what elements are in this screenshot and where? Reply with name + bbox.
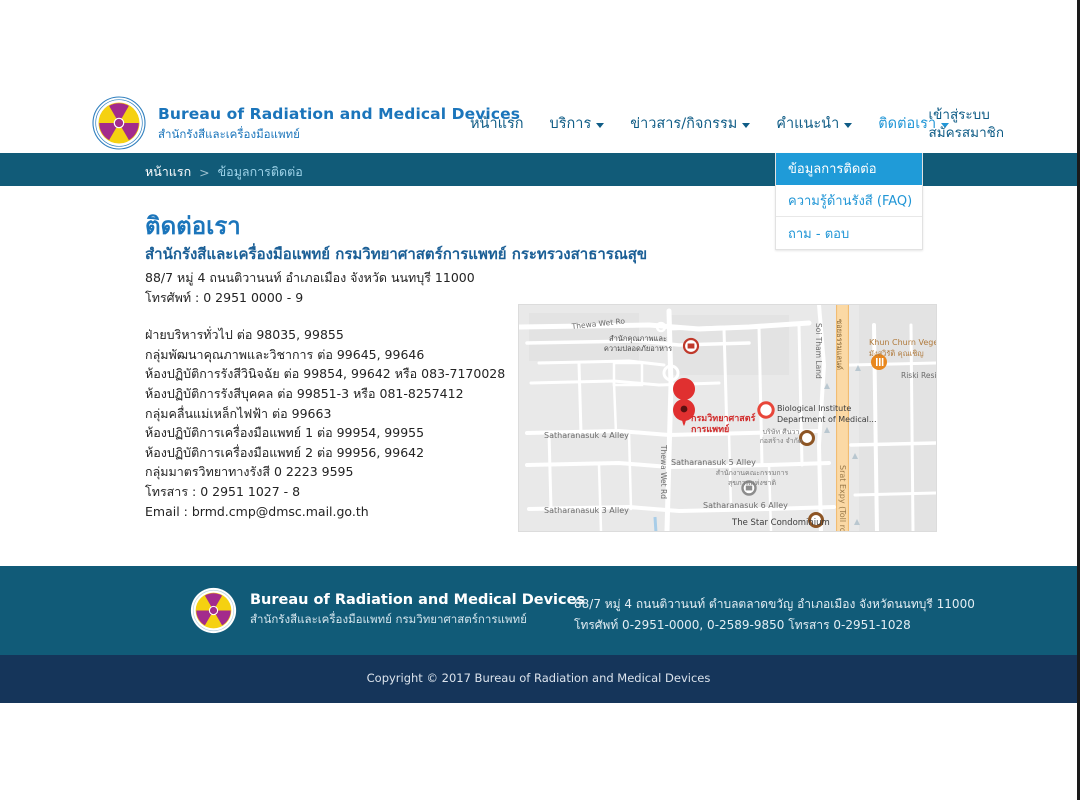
nav-item-news-activities[interactable]: ข่าวสาร/กิจกรรม <box>630 112 751 135</box>
nav-label: หน้าแรก <box>470 116 524 132</box>
dropdown-item-radiation-knowledge-faq[interactable]: ความรู้ด้านรังสี (FAQ) <box>776 185 922 217</box>
nav-item-guidance[interactable]: คำแนะนำ <box>776 112 853 135</box>
footer-address: 88/7 หมู่ 4 ถนนติวานนท์ ตำบลตลาดขวัญ อำเ… <box>574 594 975 636</box>
breadcrumb-home[interactable]: หน้าแรก <box>145 162 191 182</box>
nav-label: บริการ <box>549 116 592 132</box>
footer-brand: Bureau of Radiation and Medical Devices … <box>190 587 585 634</box>
site-footer: Bureau of Radiation and Medical Devices … <box>0 566 1077 655</box>
main-navigation: หน้าแรก บริการ ข่าวสาร/กิจกรรม คำแนะนำ ต… <box>470 112 950 135</box>
footer-brand-text: Bureau of Radiation and Medical Devices … <box>250 592 585 629</box>
map-label: Satharanasuk 4 Alley <box>544 431 629 440</box>
extension-line: ห้องปฏิบัติการเครื่องมือแพทย์ 1 ต่อ 9995… <box>145 425 425 441</box>
contact-dropdown-menu: ข้อมูลการติดต่อ ความรู้ด้านรังสี (FAQ) ถ… <box>775 153 923 250</box>
map-label: Department of Medical... <box>777 415 876 424</box>
map-label: สำนักคุณภาพและ <box>609 334 667 343</box>
extension-line: กลุ่มมาตรวิทยาทางรังสี 0 2223 9595 <box>145 464 354 480</box>
nav-label: คำแนะนำ <box>776 116 840 132</box>
brand-text: Bureau of Radiation and Medical Devices … <box>158 105 520 141</box>
map-marker-label-line2: การแพทย์ <box>691 423 729 435</box>
extension-line: ห้องปฏิบัติการเครื่องมือแพทย์ 2 ต่อ 9995… <box>145 444 425 460</box>
nav-item-services[interactable]: บริการ <box>550 112 605 135</box>
breadcrumb: หน้าแรก > ข้อมูลการติดต่อ <box>145 162 303 182</box>
dropdown-item-label: ถาม - ตอบ <box>788 226 850 242</box>
map-label: มังสวิรัติ คุณเชิญ <box>869 349 924 358</box>
nav-label: ติดต่อเรา <box>878 116 937 132</box>
dropdown-item-label: ข้อมูลการติดต่อ <box>788 162 877 177</box>
extension-line: ฝ่ายบริหารทั่วไป ต่อ 98035, 99855 <box>145 327 344 342</box>
extension-line: กลุ่มคลื่นแม่เหล็กไฟฟ้า ต่อ 99663 <box>145 405 332 421</box>
breadcrumb-current: ข้อมูลการติดต่อ <box>217 164 303 179</box>
page-title: ติดต่อเรา <box>145 212 241 240</box>
radiation-trefoil-seal-icon <box>92 96 146 150</box>
dropdown-item-qa[interactable]: ถาม - ตอบ <box>776 217 922 249</box>
map-label: สำนักงานคณะกรรมการ <box>716 469 789 477</box>
footer-address-line-1: 88/7 หมู่ 4 ถนนติวานนท์ ตำบลตลาดขวัญ อำเ… <box>574 597 975 611</box>
breadcrumb-separator: > <box>199 164 210 180</box>
map-label: Satharanasuk 3 Alley <box>544 506 629 515</box>
register-link[interactable]: สมัครสมาชิก <box>929 124 1004 142</box>
auth-links: เข้าสู่ระบบ สมัครสมาชิก <box>929 106 1004 142</box>
map-label: ความปลอดภัยอาหาร <box>604 344 672 353</box>
dropdown-item-contact-info[interactable]: ข้อมูลการติดต่อ <box>776 153 922 185</box>
map-label: Soi Tham Land <box>814 323 823 379</box>
map-label: The Star Condominium <box>731 518 830 528</box>
address-block: 88/7 หมู่ 4 ถนนติวานนท์ อำเภอเมือง จังหว… <box>145 268 475 308</box>
map-label: Satharanasuk 5 Alley <box>671 458 756 467</box>
map-label: Srat Expy (Toll road) <box>838 465 847 532</box>
organization-subtitle: สำนักรังสีและเครื่องมือแพทย์ กรมวิทยาศาส… <box>145 245 648 263</box>
fax-line: โทรสาร : 0 2951 1027 - 8 <box>145 484 301 499</box>
brand-title-th: สำนักรังสีและเครื่องมือแพทย์ <box>158 126 300 141</box>
footer-title-th: สำนักรังสีและเครื่องมือแพทย์ กรมวิทยาศาส… <box>250 612 527 626</box>
map-label: Satharanasuk 6 Alley <box>703 501 788 510</box>
brand-title-en: Bureau of Radiation and Medical Devices <box>158 105 521 124</box>
map-label: บริษัท ศีนวา <box>763 428 800 436</box>
map-marker-label-line1: กรมวิทยาศาสตร์ <box>691 412 756 424</box>
radiation-trefoil-seal-icon <box>190 587 237 634</box>
location-map[interactable]: กรมวิทยาศาสตร์ การแพทย์ Thewa Wet Ro สำนั… <box>518 304 937 532</box>
address-line: 88/7 หมู่ 4 ถนนติวานนท์ อำเภอเมือง จังหว… <box>145 270 475 285</box>
copyright-text: Copyright © 2017 Bureau of Radiation and… <box>366 671 711 685</box>
map-label: ซอยธรรมแลนด์ <box>835 319 844 370</box>
map-label: Riski Resi <box>901 371 937 380</box>
site-header: Bureau of Radiation and Medical Devices … <box>0 0 1077 153</box>
header-brand[interactable]: Bureau of Radiation and Medical Devices … <box>92 96 520 150</box>
nav-label: ข่าวสาร/กิจกรรม <box>630 116 738 132</box>
email-line[interactable]: Email : brmd.cmp@dmsc.mail.go.th <box>145 502 505 522</box>
page-root: Bureau of Radiation and Medical Devices … <box>0 0 1080 800</box>
phone-line: โทรศัพท์ : 0 2951 0000 - 9 <box>145 290 304 305</box>
chevron-down-icon <box>844 122 853 128</box>
nav-item-home[interactable]: หน้าแรก <box>470 112 524 135</box>
map-label: ก่อสร้าง จำกัด <box>760 437 803 445</box>
dropdown-item-label: ความรู้ด้านรังสี (FAQ) <box>788 194 913 209</box>
chevron-down-icon <box>742 122 751 128</box>
extension-line: กลุ่มพัฒนาคุณภาพและวิชาการ ต่อ 99645, 99… <box>145 346 425 362</box>
extension-line: ห้องปฏิบัติการรังสีบุคคล ต่อ 99851-3 หรื… <box>145 385 464 401</box>
map-label: Khun Churn Vegeta <box>869 338 937 347</box>
map-label: Biological Institute <box>777 404 851 413</box>
footer-title-en: Bureau of Radiation and Medical Devices <box>250 592 586 608</box>
map-label: Thewa Wet Rd <box>659 444 668 499</box>
extension-line: ห้องปฏิบัติการรังสีวินิจฉัย ต่อ 99854, 9… <box>145 366 506 382</box>
chevron-down-icon <box>596 122 605 128</box>
copyright-bar: Copyright © 2017 Bureau of Radiation and… <box>0 655 1077 703</box>
map-label: สุขภาพแห่งชาติ <box>728 479 776 487</box>
login-link[interactable]: เข้าสู่ระบบ <box>929 106 1004 124</box>
extension-list: ฝ่ายบริหารทั่วไป ต่อ 98035, 99855 กลุ่มพ… <box>145 325 505 521</box>
footer-address-line-2: โทรศัพท์ 0-2951-0000, 0-2589-9850 โทรสาร… <box>574 618 911 632</box>
